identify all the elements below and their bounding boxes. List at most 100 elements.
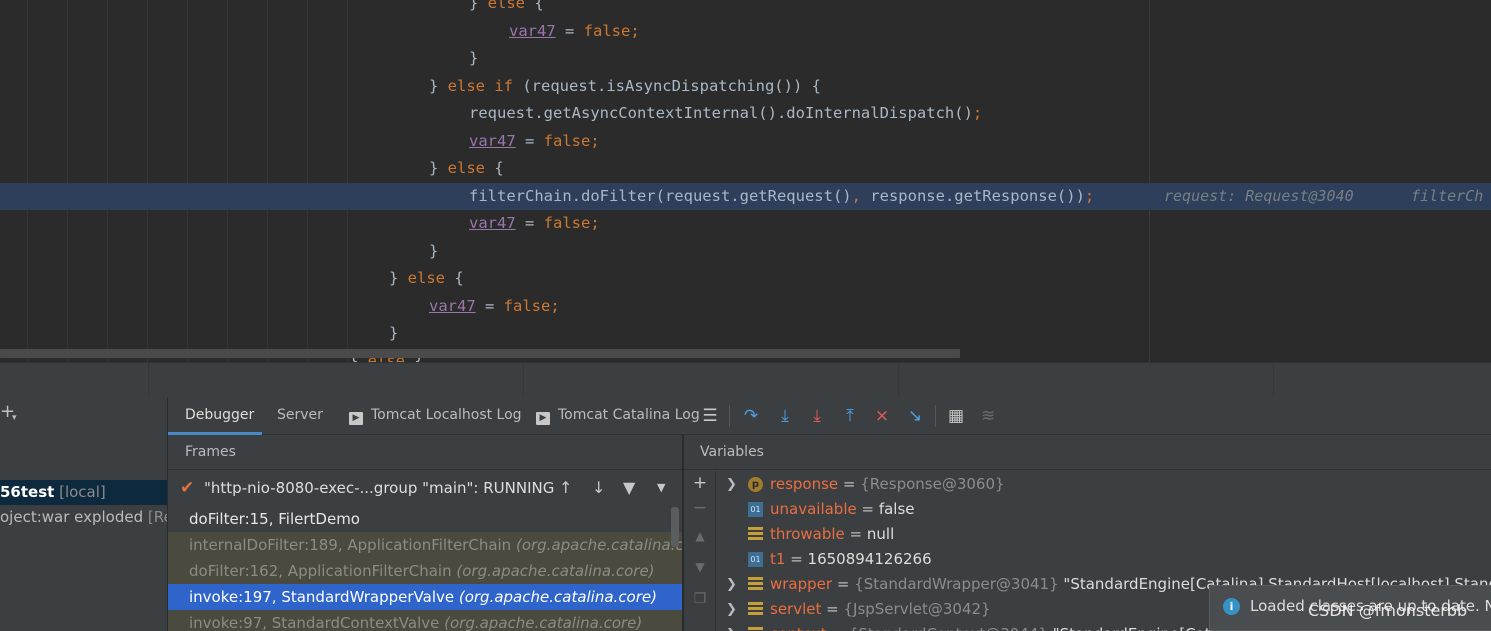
variable-row[interactable]: ❯ p response = {Response@3060}	[716, 472, 1491, 497]
equals-sign: =	[827, 625, 849, 631]
code-text: } else {	[429, 155, 504, 182]
frame-package: (org.apache.catalina.core)	[444, 614, 643, 631]
code-token: }	[429, 241, 439, 260]
panel-divider[interactable]	[0, 362, 1491, 398]
code-text: }	[469, 45, 478, 72]
code-token: var47	[469, 214, 516, 232]
tab-tomcat-catalina-log[interactable]: ▶ Tomcat Catalina Log	[536, 397, 700, 435]
expand-arrow-icon[interactable]: ❯	[726, 472, 737, 497]
code-line[interactable]: }	[0, 45, 1491, 72]
code-token: ;	[550, 296, 560, 315]
service-item-artifact[interactable]: oject:war exploded [Rep	[0, 505, 167, 530]
step-into-icon[interactable]: ⤓	[774, 405, 796, 427]
remove-watch-icon[interactable]: −	[690, 498, 710, 518]
field-icon	[748, 602, 763, 617]
step-out-icon[interactable]: ⤒	[839, 405, 861, 427]
move-down-icon[interactable]: ▼	[690, 560, 710, 574]
expand-arrow-icon[interactable]: ❯	[726, 572, 737, 597]
tab-tomcat-localhost-log-label: Tomcat Localhost Log	[371, 407, 522, 423]
thread-selector[interactable]: ✔ "http-nio-8080-exec-...group "main": R…	[168, 471, 682, 505]
current-execution-line[interactable]: filterChain.doFilter(request.getRequest(…	[0, 182, 1491, 210]
chevron-down-icon[interactable]: ▼	[657, 471, 665, 505]
code-token: }	[389, 324, 399, 342]
code-line[interactable]: } else if (request.isAsyncDispatching())…	[0, 73, 1491, 100]
arrow-down-icon[interactable]: ↓	[592, 471, 605, 505]
code-line[interactable]: var47 = false;	[0, 210, 1491, 237]
code-line[interactable]: } else {	[0, 0, 1491, 17]
parameter-icon: p	[748, 477, 763, 492]
code-line[interactable]: var47 = false;	[0, 293, 1491, 320]
tab-server[interactable]: Server	[277, 397, 323, 435]
equals-sign: =	[832, 575, 855, 593]
equals-sign: =	[838, 475, 861, 493]
code-token: var47	[469, 131, 516, 150]
code-line[interactable]: var47 = false;	[0, 18, 1491, 45]
frame-package: (org.apache.catalina.core)	[515, 536, 682, 554]
code-token: else	[407, 269, 445, 287]
variables-side-toolbar: + − ▲ ▼ ❐	[684, 471, 716, 631]
code-token: }	[429, 159, 448, 177]
move-up-icon[interactable]: ▲	[690, 529, 710, 543]
menu-icon[interactable]: ☰	[699, 405, 721, 427]
tab-tomcat-localhost-log[interactable]: ▶ Tomcat Localhost Log	[349, 397, 522, 435]
code-text: filterChain.doFilter(request.getRequest(…	[469, 183, 1094, 210]
console-icon: ▶	[536, 412, 550, 425]
run-to-cursor-icon[interactable]: ↘	[904, 405, 926, 427]
trace-stream-icon[interactable]: ≋	[977, 405, 999, 427]
add-watch-icon[interactable]: +	[690, 473, 710, 493]
code-token: else	[487, 0, 525, 12]
frame-item[interactable]: invoke:97, StandardContextValve (org.apa…	[168, 610, 682, 631]
variable-text: servlet = {JspServlet@3042}	[770, 597, 991, 622]
equals-sign: =	[785, 550, 808, 568]
code-text: } else {	[389, 265, 464, 292]
field-icon	[748, 627, 763, 631]
code-editor[interactable]: } else {var47 = false;}} else if (reques…	[0, 0, 1491, 362]
variable-ref: {JspServlet@3042}	[843, 600, 991, 618]
variable-name: context	[770, 625, 827, 631]
frame-method: invoke:197, StandardWrapperValve	[189, 588, 459, 606]
expand-arrow-icon[interactable]: ❯	[726, 597, 737, 622]
code-line[interactable]: }	[0, 320, 1491, 347]
code-token: else	[447, 159, 485, 177]
service-status: [local]	[54, 483, 106, 501]
code-line[interactable]: } else {	[0, 265, 1491, 292]
code-token: filterChain.doFilter(request.getRequest(…	[469, 186, 852, 205]
code-token: =	[515, 131, 544, 150]
code-token: else if	[447, 76, 513, 95]
code-line[interactable]: } else {	[0, 155, 1491, 182]
variable-text: t1 = 1650894126266	[770, 547, 932, 572]
frame-item[interactable]: internalDoFilter:189, ApplicationFilterC…	[168, 532, 682, 558]
code-text: }	[389, 320, 398, 347]
variable-row[interactable]: 01 unavailable = false	[716, 497, 1491, 522]
tab-debugger[interactable]: Debugger	[168, 397, 262, 435]
console-icon: ▶	[349, 412, 363, 425]
frame-item[interactable]: doFilter:15, FilertDemo	[168, 506, 682, 532]
copy-icon[interactable]: ❐	[690, 591, 710, 607]
evaluate-expression-icon[interactable]: ▦	[945, 405, 967, 427]
variable-row[interactable]: 01 t1 = 1650894126266	[716, 547, 1491, 572]
code-token: }	[469, 49, 479, 67]
tab-server-label: Server	[277, 407, 323, 423]
code-token: =	[475, 296, 504, 315]
code-line[interactable]: }	[0, 238, 1491, 265]
arrow-up-icon[interactable]: ↑	[559, 471, 572, 505]
code-line[interactable]: var47 = false;	[0, 128, 1491, 155]
variable-val: 1650894126266	[807, 550, 932, 568]
drop-frame-icon[interactable]: ⨯	[871, 405, 893, 427]
expand-arrow-icon[interactable]: ❯	[726, 622, 737, 631]
step-over-icon[interactable]: ↷	[740, 405, 762, 427]
horizontal-scrollbar[interactable]	[0, 349, 960, 358]
code-token: response.getResponse())	[860, 186, 1085, 205]
filter-icon[interactable]: ▼	[623, 471, 635, 505]
tab-debugger-label: Debugger	[185, 407, 255, 423]
frames-scrollbar[interactable]	[671, 507, 679, 547]
variable-name: t1	[770, 550, 786, 568]
variable-row[interactable]: throwable = null	[716, 522, 1491, 547]
force-step-into-icon[interactable]: ⤓	[806, 405, 828, 427]
frame-item[interactable]: doFilter:162, ApplicationFilterChain (or…	[168, 558, 682, 584]
service-item-local[interactable]: 56test [local]	[0, 480, 167, 505]
thread-name: "http-nio-8080-exec-...group "main": RUN…	[204, 479, 555, 497]
chevron-down-icon[interactable]: ▾	[12, 413, 17, 423]
frame-item[interactable]: invoke:197, StandardWrapperValve (org.ap…	[168, 584, 682, 610]
code-line[interactable]: request.getAsyncContextInternal().doInte…	[0, 100, 1491, 127]
